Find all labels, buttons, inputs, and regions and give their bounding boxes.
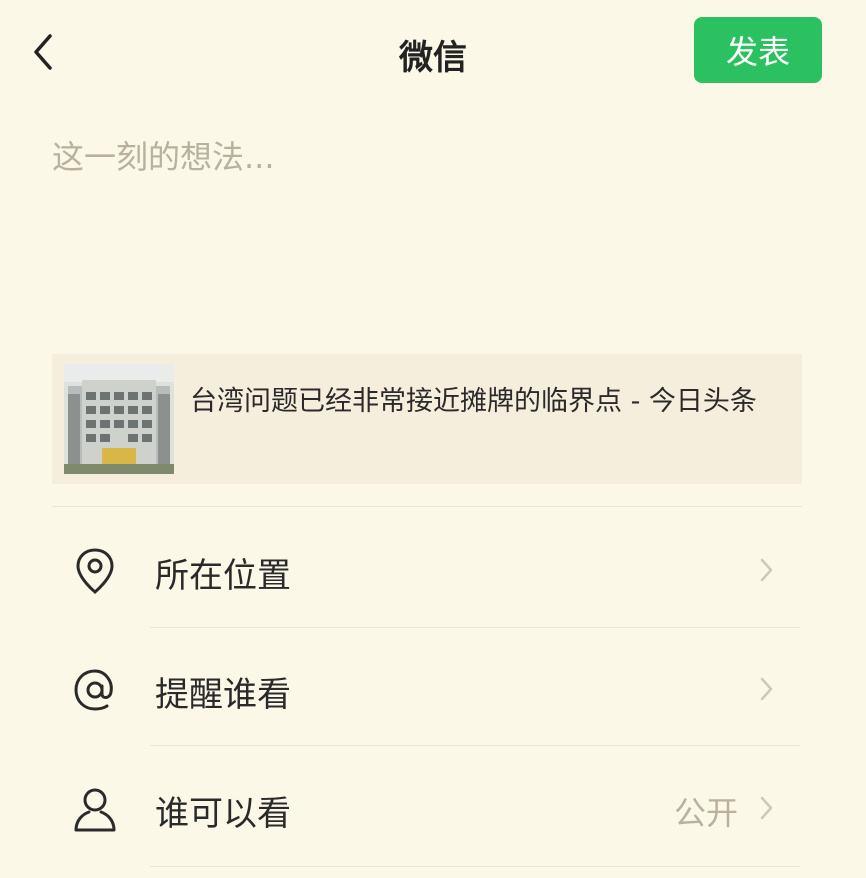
- chevron-right-icon: [760, 796, 773, 820]
- at-sign-icon: [70, 665, 120, 715]
- person-icon: [70, 784, 120, 834]
- chevron-right-icon: [760, 558, 773, 582]
- link-title: 台湾问题已经非常接近摊牌的临界点 - 今日头条: [190, 386, 757, 417]
- location-pin-icon: [70, 546, 120, 596]
- location-row[interactable]: 所在位置: [52, 510, 802, 628]
- location-label: 所在位置: [155, 556, 291, 596]
- shared-link-card[interactable]: 台湾问题已经非常接近摊牌的临界点 - 今日头条: [52, 354, 802, 484]
- divider: [150, 866, 800, 867]
- visibility-row[interactable]: 谁可以看 公开: [52, 748, 802, 866]
- mention-row[interactable]: 提醒谁看: [52, 629, 802, 747]
- link-thumbnail: [64, 364, 174, 474]
- divider: [52, 506, 802, 507]
- divider: [150, 627, 800, 628]
- top-bar: 微信 发表: [0, 0, 866, 100]
- publish-button[interactable]: 发表: [694, 17, 822, 83]
- visibility-value: 公开: [673, 794, 738, 832]
- mention-label: 提醒谁看: [155, 675, 291, 715]
- visibility-label: 谁可以看: [155, 794, 291, 834]
- thought-input[interactable]: [52, 132, 812, 312]
- divider: [150, 745, 800, 746]
- chevron-right-icon: [760, 677, 773, 701]
